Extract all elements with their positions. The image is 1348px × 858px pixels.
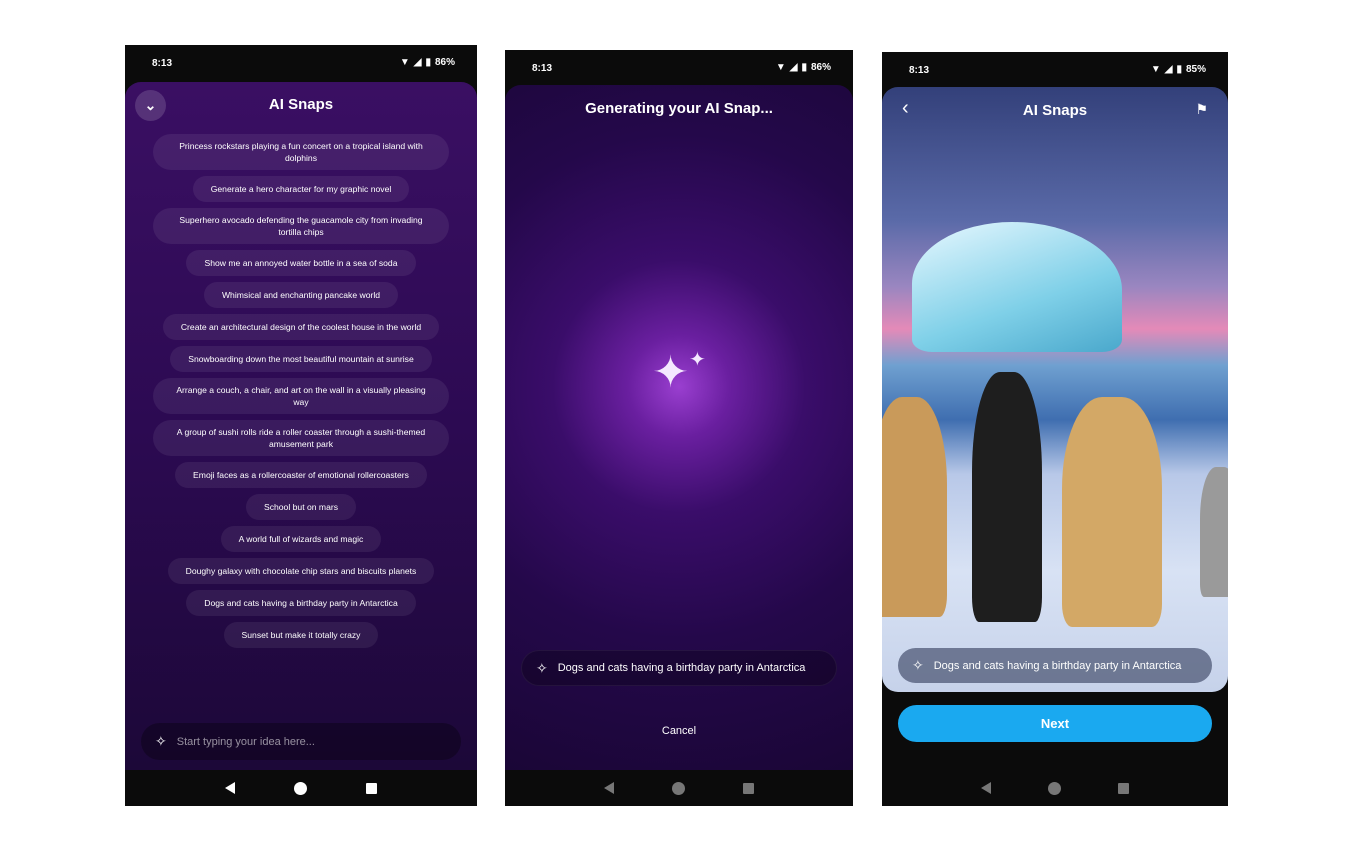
battery-level: 86% (434, 57, 455, 68)
suggestion-chip[interactable]: Snowboarding down the most beautiful mou… (170, 346, 432, 372)
dog-left (882, 397, 947, 617)
back-nav-icon[interactable] (224, 782, 235, 794)
phone-generating-screen: 8:13 ▼ ◢ ▮ 86% Generating your AI Snap... ✦… (505, 50, 853, 806)
status-time: 8:13 (909, 65, 930, 76)
sparkle-icon: ✧ (536, 659, 548, 676)
dog-black (972, 372, 1042, 622)
cancel-button[interactable]: Cancel (505, 725, 853, 737)
prompt-text: Dogs and cats having a birthday party in… (557, 662, 806, 674)
idea-input-placeholder: Start typing your idea here... (176, 735, 315, 748)
signal-icon: ◢ (789, 62, 798, 73)
recents-nav-icon[interactable] (1118, 782, 1130, 794)
home-nav-icon[interactable] (1047, 781, 1061, 795)
generating-title: Generating your AI Snap... (585, 100, 773, 117)
signal-icon: ◢ (1164, 64, 1173, 75)
status-bar: 8:13 ▼ ◢ ▮ 86% (505, 50, 853, 86)
suggestion-chip[interactable]: Dogs and cats having a birthday party in… (186, 590, 416, 616)
page-title: AI Snaps (1022, 102, 1088, 119)
status-bar: 8:13 ▼ ◢ ▮ 85% (882, 52, 1228, 88)
status-time: 8:13 (532, 63, 553, 74)
sparkle-icon: ✧ (155, 733, 167, 749)
suggestion-chip[interactable]: Doughy galaxy with chocolate chip stars … (167, 558, 435, 584)
wifi-icon: ▼ (1150, 64, 1161, 75)
suggestion-chip[interactable]: A world full of wizards and magic (220, 526, 382, 552)
wifi-icon: ▼ (775, 62, 786, 73)
idea-input[interactable]: ✧ Start typing your idea here... (141, 723, 461, 760)
wifi-icon: ▼ (399, 57, 410, 68)
suggestion-chip[interactable]: Create an architectural design of the co… (162, 314, 440, 340)
home-nav-icon[interactable] (672, 781, 685, 795)
suggestion-chip[interactable]: Superhero avocado defending the guacamol… (153, 208, 449, 244)
home-nav-icon[interactable] (293, 781, 307, 795)
suggestion-chip[interactable]: School but on mars (245, 494, 357, 520)
suggestion-chip[interactable]: Princess rockstars playing a fun concert… (153, 134, 449, 170)
iceberg (912, 222, 1122, 352)
suggestions-panel: ⌄ AI Snaps Princess rockstars playing a … (125, 82, 477, 770)
page-title: AI Snaps (268, 96, 334, 113)
system-nav-bar (125, 770, 477, 806)
phone-result-screen: 8:13 ▼ ◢ ▮ 85% ‹ AI Snaps ⚑ ✧ Dogs and cats… (882, 52, 1228, 806)
suggestion-chip[interactable]: A group of sushi rolls ride a roller coa… (153, 420, 449, 456)
sparkles-icon: ✦✦ (652, 348, 706, 397)
suggestion-chip[interactable]: Whimsical and enchanting pancake world (203, 282, 399, 308)
cat (1200, 467, 1228, 597)
prompt-display: ✧ Dogs and cats having a birthday party … (898, 648, 1212, 683)
flag-icon[interactable]: ⚑ (1195, 101, 1208, 118)
sparkle-icon: ✧ (912, 657, 924, 673)
battery-icon: ▮ (425, 57, 431, 68)
battery-icon: ▮ (1176, 64, 1182, 75)
battery-level: 86% (810, 62, 831, 73)
battery-icon: ▮ (801, 62, 807, 73)
suggestion-chip[interactable]: Show me an annoyed water bottle in a sea… (186, 250, 416, 276)
suggestion-chip[interactable]: Generate a hero character for my graphic… (192, 176, 410, 202)
system-nav-bar (505, 770, 853, 806)
back-nav-icon[interactable] (980, 782, 991, 794)
recents-nav-icon[interactable] (743, 782, 754, 794)
status-bar: 8:13 ▼ ◢ ▮ 86% (125, 45, 477, 81)
generating-panel: Generating your AI Snap... ✦✦ ✧ Dogs and… (505, 85, 853, 770)
status-time: 8:13 (152, 58, 173, 69)
system-nav-bar (882, 770, 1228, 806)
recents-nav-icon[interactable] (366, 782, 378, 794)
dog-golden (1062, 397, 1162, 627)
next-button[interactable]: Next (898, 705, 1212, 742)
suggestion-chip[interactable]: Arrange a couch, a chair, and art on the… (153, 378, 449, 414)
generated-image: ‹ AI Snaps ⚑ ✧ Dogs and cats having a bi… (882, 87, 1228, 692)
suggestion-chip[interactable]: Sunset but make it totally crazy (223, 622, 379, 648)
back-nav-icon[interactable] (604, 782, 614, 794)
phone-suggestions-screen: 8:13 ▼ ◢ ▮ 86% ⌄ AI Snaps Princess rockstar… (125, 45, 477, 806)
suggestion-list: Princess rockstars playing a fun concert… (125, 134, 477, 648)
signal-icon: ◢ (413, 57, 422, 68)
prompt-display: ✧ Dogs and cats having a birthday party … (521, 650, 837, 686)
battery-level: 85% (1185, 64, 1206, 75)
prompt-text: Dogs and cats having a birthday party in… (933, 659, 1182, 672)
suggestion-chip[interactable]: Emoji faces as a rollercoaster of emotio… (175, 462, 427, 488)
